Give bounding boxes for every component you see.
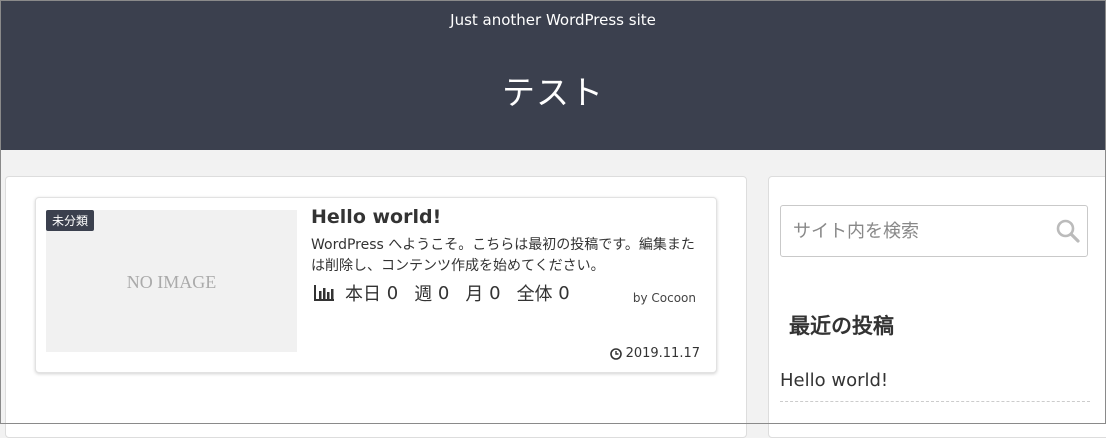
site-title[interactable]: テスト xyxy=(0,66,1106,114)
post-snippet: WordPress へようこそ。こちらは最初の投稿です。編集または削除し、コンテ… xyxy=(311,237,695,274)
no-image-placeholder: NO IMAGE xyxy=(126,272,217,292)
sidebar: 最近の投稿 Hello world! xyxy=(768,176,1106,438)
post-date-text: 2019.11.17 xyxy=(625,346,700,361)
category-badge: 未分類 xyxy=(46,210,95,231)
search-icon[interactable] xyxy=(1055,218,1081,244)
stat-month-label: 月 xyxy=(465,284,484,305)
post-title[interactable]: Hello world! xyxy=(311,206,441,228)
site-tagline: Just another WordPress site xyxy=(450,11,656,29)
post-card[interactable]: NO IMAGE 未分類 Hello world! WordPress へようこ… xyxy=(35,197,717,373)
post-date: 2019.11.17 xyxy=(609,346,700,361)
stat-week-label: 週 xyxy=(414,284,433,305)
site-header: Just another WordPress site テスト xyxy=(0,0,1106,150)
main-content: NO IMAGE 未分類 Hello world! WordPress へようこ… xyxy=(5,176,747,438)
stat-today-label: 本日 xyxy=(345,284,381,305)
bar-chart-icon xyxy=(314,285,334,301)
stat-total-label: 全体 xyxy=(516,284,553,305)
post-thumbnail[interactable]: NO IMAGE xyxy=(46,210,297,352)
recent-posts-title: 最近の投稿 xyxy=(789,314,894,338)
stat-month-value: 0 xyxy=(489,282,501,304)
stat-week-value: 0 xyxy=(437,282,450,304)
clock-icon xyxy=(609,347,622,360)
recent-post-link[interactable]: Hello world! xyxy=(780,370,1090,402)
search-box xyxy=(780,205,1088,257)
post-author: by Cocoon xyxy=(632,291,696,305)
stat-today-value: 0 xyxy=(386,282,399,304)
stat-total-value: 0 xyxy=(558,282,570,304)
post-view-stats: 本日 0 週 0 月 0 全体 0 xyxy=(313,280,586,306)
search-input[interactable] xyxy=(781,206,1051,256)
